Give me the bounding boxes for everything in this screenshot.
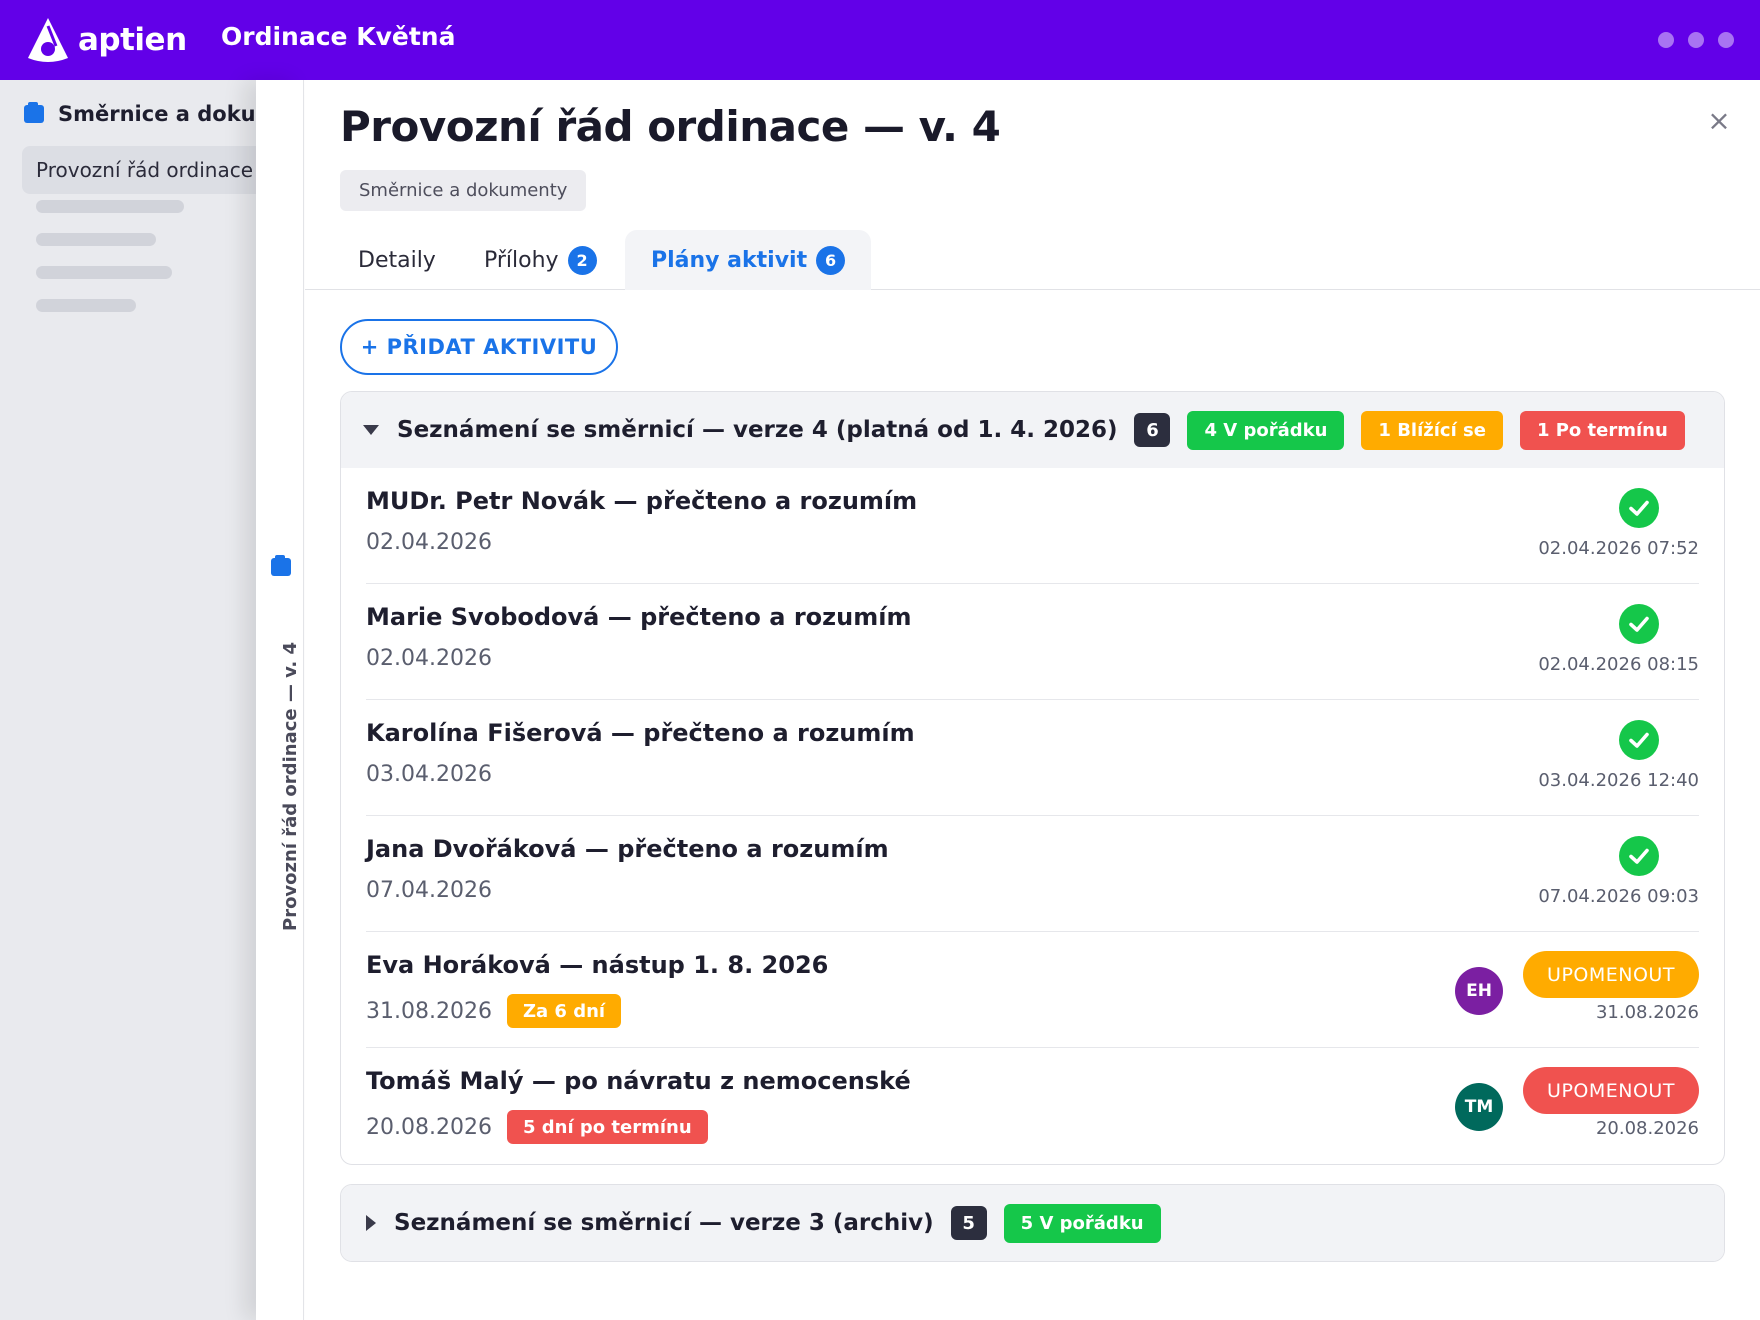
activity-group: Seznámení se směrnicí — verze 4 (platná … bbox=[340, 391, 1725, 1165]
due-date: 31.08.2026 bbox=[1595, 1002, 1699, 1023]
dot-icon bbox=[1658, 32, 1674, 48]
group-header[interactable]: Seznámení se směrnicí — verze 4 (platná … bbox=[341, 392, 1724, 468]
caret-right-icon bbox=[366, 1215, 376, 1231]
rail-label: Provozní řád ordinace — v. 4 bbox=[280, 641, 301, 931]
category-chip[interactable]: Směrnice a dokumenty bbox=[340, 170, 587, 211]
activity-date: 02.04.2026 bbox=[366, 646, 492, 671]
group-count-badge: 5 bbox=[950, 1206, 987, 1240]
check-circle-icon bbox=[1619, 720, 1659, 760]
window-menu-dots[interactable] bbox=[1658, 32, 1734, 48]
due-badge-overdue: 5 dní po termínu bbox=[506, 1110, 708, 1144]
due-date: 20.08.2026 bbox=[1595, 1118, 1699, 1139]
sidebar: Směrnice a dokumenty Provozní řád ordina… bbox=[0, 80, 256, 1320]
folder-icon bbox=[271, 555, 291, 576]
completion-timestamp: 07.04.2026 09:03 bbox=[1538, 886, 1699, 907]
group-header[interactable]: Seznámení se směrnicí — verze 3 (archiv)… bbox=[341, 1185, 1724, 1261]
activity-date: 07.04.2026 bbox=[366, 878, 492, 903]
dot-icon bbox=[1688, 32, 1704, 48]
activity-title: Marie Svobodová — přečteno a rozumím bbox=[366, 603, 912, 631]
skeleton-line bbox=[36, 200, 184, 213]
avatar[interactable]: TM bbox=[1455, 1083, 1503, 1131]
group-title: Seznámení se směrnicí — verze 4 (platná … bbox=[397, 417, 1118, 443]
activity-row[interactable]: Tomáš Malý — po návratu z nemocenské 20.… bbox=[366, 1048, 1699, 1164]
activity-title: Karolína Fišerová — přečteno a rozumím bbox=[366, 719, 915, 747]
status-pill-ok: 5 V pořádku bbox=[1003, 1203, 1161, 1243]
brand-name: aptien bbox=[78, 22, 187, 58]
sidebar-section-label: Směrnice a dokumenty bbox=[58, 102, 256, 126]
activity-title: Jana Dvořáková — přečteno a rozumím bbox=[366, 835, 889, 863]
tab-count-badge: 6 bbox=[816, 245, 846, 275]
sidebar-item-label: Provozní řád ordinace — v. 4 bbox=[36, 158, 256, 182]
collapsed-panel-rail[interactable]: Provozní řád ordinace — v. 4 bbox=[256, 80, 304, 1320]
activity-title: Eva Horáková — nástup 1. 8. 2026 bbox=[366, 951, 829, 979]
activity-title: Tomáš Malý — po návratu z nemocenské bbox=[366, 1067, 911, 1095]
activity-row[interactable]: Karolína Fišerová — přečteno a rozumím 0… bbox=[366, 700, 1699, 816]
activity-date-text: 20.08.2026 bbox=[366, 1114, 492, 1140]
tab-label: Přílohy bbox=[484, 247, 559, 273]
tab-label: Plány aktivit bbox=[651, 247, 808, 273]
sidebar-item-selected[interactable]: Provozní řád ordinace — v. 4 bbox=[22, 146, 256, 194]
tab-count-badge: 2 bbox=[567, 245, 597, 275]
check-circle-icon bbox=[1619, 604, 1659, 644]
status-pill-overdue: 1 Po termínu bbox=[1519, 410, 1685, 450]
activity-date-text: 02.04.2026 bbox=[366, 646, 492, 671]
activity-group: Seznámení se směrnicí — verze 3 (archiv)… bbox=[340, 1184, 1725, 1262]
avatar[interactable]: EH bbox=[1455, 967, 1503, 1015]
folder-icon bbox=[24, 102, 44, 123]
group-count-badge: 6 bbox=[1134, 413, 1171, 447]
add-activity-button[interactable]: + PŘIDAT AKTIVITU bbox=[340, 319, 618, 375]
activity-date-text: 02.04.2026 bbox=[366, 530, 492, 555]
rail-label-wrap: Provozní řád ordinace — v. 4 bbox=[258, 592, 302, 952]
check-circle-icon bbox=[1619, 488, 1659, 528]
activity-row[interactable]: MUDr. Petr Novák — přečteno a rozumím 02… bbox=[366, 468, 1699, 584]
group-title: Seznámení se směrnicí — verze 3 (archiv) bbox=[394, 1210, 934, 1236]
page-title: Provozní řád ordinace — v. 4 bbox=[340, 102, 1001, 151]
activity-date: 02.04.2026 bbox=[366, 530, 492, 555]
status-pill-ok: 4 V pořádku bbox=[1187, 410, 1345, 450]
dot-icon bbox=[1718, 32, 1734, 48]
tab-bar: Detaily Přílohy 2 Plány aktivit 6 bbox=[305, 230, 1760, 290]
top-bar: aptien Ordinace Květná bbox=[0, 0, 1760, 80]
check-circle-icon bbox=[1619, 836, 1659, 876]
organization-name[interactable]: Ordinace Květná bbox=[221, 22, 455, 51]
skeleton-line bbox=[36, 266, 172, 279]
tab-details[interactable]: Detaily bbox=[358, 230, 436, 290]
completion-timestamp: 02.04.2026 07:52 bbox=[1538, 538, 1699, 559]
activity-row[interactable]: Jana Dvořáková — přečteno a rozumím 07.0… bbox=[366, 816, 1699, 932]
activity-title: MUDr. Petr Novák — přečteno a rozumím bbox=[366, 487, 918, 515]
status-pill-upcoming: 1 Blížící se bbox=[1361, 410, 1503, 450]
sidebar-section-header[interactable]: Směrnice a dokumenty bbox=[24, 102, 256, 126]
close-icon[interactable]: × bbox=[1704, 106, 1734, 136]
skeleton-line bbox=[36, 299, 136, 312]
activity-date-text: 03.04.2026 bbox=[366, 762, 492, 787]
completion-timestamp: 02.04.2026 08:15 bbox=[1538, 654, 1699, 675]
activity-date: 03.04.2026 bbox=[366, 762, 492, 787]
remind-button[interactable]: UPOMENOUT bbox=[1523, 1067, 1699, 1114]
activity-date: 31.08.2026 Za 6 dní bbox=[366, 994, 622, 1028]
due-badge-upcoming: Za 6 dní bbox=[506, 994, 622, 1028]
tab-activity-plans[interactable]: Plány aktivit 6 bbox=[625, 230, 872, 290]
skeleton-line bbox=[36, 233, 156, 246]
tab-label: Detaily bbox=[358, 247, 436, 273]
caret-down-icon bbox=[363, 425, 379, 435]
completion-timestamp: 03.04.2026 12:40 bbox=[1538, 770, 1699, 791]
activity-row[interactable]: Eva Horáková — nástup 1. 8. 2026 31.08.2… bbox=[366, 932, 1699, 1048]
activity-row[interactable]: Marie Svobodová — přečteno a rozumím 02.… bbox=[366, 584, 1699, 700]
detail-panel: Provozní řád ordinace — v. 4 × Směrnice … bbox=[305, 80, 1760, 1320]
activity-date: 20.08.2026 5 dní po termínu bbox=[366, 1110, 708, 1144]
remind-button[interactable]: UPOMENOUT bbox=[1523, 951, 1699, 998]
aptien-logo[interactable]: aptien bbox=[26, 16, 187, 64]
activity-date-text: 07.04.2026 bbox=[366, 878, 492, 903]
tab-attachments[interactable]: Přílohy 2 bbox=[484, 230, 597, 290]
activity-date-text: 31.08.2026 bbox=[366, 998, 492, 1024]
aptien-logo-icon bbox=[28, 18, 68, 62]
